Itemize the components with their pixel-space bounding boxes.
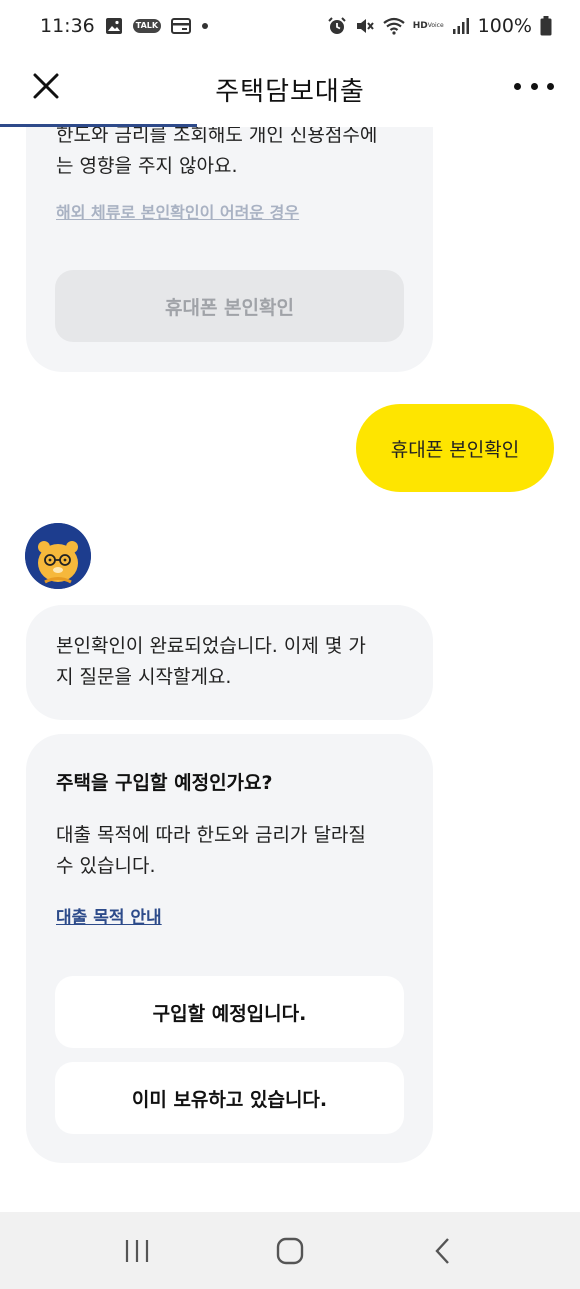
page-title: 주택담보대출: [215, 76, 365, 107]
more-dot-icon: [530, 82, 538, 90]
question-desc-line1: 대출 목적에 따라 한도와 금리가 달라질: [56, 824, 366, 846]
more-dot-icon: [547, 82, 554, 90]
more-dot-icon: [514, 82, 521, 90]
phone-auth-button[interactable]: 휴대폰 본인확인: [55, 270, 404, 342]
bot-message-line1: 본인확인이 완료되었습니다. 이제 몇 가: [56, 635, 366, 657]
question-card: 주택을 구입할 예정인가요? 대출 목적에 따라 한도와 금리가 달라질 수 있…: [26, 734, 433, 1163]
home-button[interactable]: [260, 1221, 320, 1281]
battery-text: 100%: [477, 15, 532, 37]
bot-message-bubble: 본인확인이 완료되었습니다. 이제 몇 가 지 질문을 시작할게요.: [26, 605, 433, 720]
status-time: 11:36: [40, 15, 95, 37]
loan-purpose-guide-link[interactable]: 대출 목적 안내: [56, 903, 162, 928]
mute-icon: [355, 16, 375, 36]
voice-label: Voice: [427, 22, 444, 30]
auth-text-line2: 는 영향을 주지 않아요.: [56, 155, 238, 177]
auth-card: 한도와 금리를 조회해도 개인 신용점수에 는 영향을 주지 않아요. 해외 체…: [26, 127, 433, 372]
back-button[interactable]: [413, 1221, 473, 1281]
recent-apps-icon: [125, 1239, 148, 1262]
question-desc: 대출 목적에 따라 한도와 금리가 달라질 수 있습니다.: [56, 820, 366, 882]
status-left: 11:36 TALK: [40, 15, 209, 37]
close-button[interactable]: [28, 68, 64, 104]
status-right: HD Voice 100%: [327, 15, 552, 37]
back-icon: [435, 1237, 450, 1264]
question-desc-line2: 수 있습니다.: [56, 855, 156, 877]
dot-icon: [201, 22, 209, 30]
home-icon: [276, 1237, 304, 1264]
hd-voice-icon: HD Voice: [412, 20, 444, 31]
recent-apps-button[interactable]: [107, 1221, 167, 1281]
system-nav-bar: [0, 1212, 580, 1289]
bot-avatar: [25, 523, 91, 589]
battery-icon: [540, 16, 552, 36]
question-title: 주택을 구입할 예정인가요?: [56, 772, 273, 794]
auth-card-text: 한도와 금리를 조회해도 개인 신용점수에 는 영향을 주지 않아요.: [56, 127, 377, 182]
gallery-icon: [105, 17, 123, 35]
overseas-auth-link[interactable]: 해외 체류로 본인확인이 어려운 경우: [56, 199, 299, 223]
app-header: 주택담보대출: [0, 52, 580, 126]
bot-message-text: 본인확인이 완료되었습니다. 이제 몇 가 지 질문을 시작할게요.: [56, 631, 366, 693]
option-already-own-button[interactable]: 이미 보유하고 있습니다.: [55, 1062, 404, 1134]
more-options-button[interactable]: [514, 70, 554, 102]
talk-icon: TALK: [132, 19, 162, 33]
signal-icon: [452, 17, 470, 35]
hd-label: HD: [412, 20, 428, 31]
chat-area[interactable]: 한도와 금리를 조회해도 개인 신용점수에 는 영향을 주지 않아요. 해외 체…: [0, 127, 580, 1212]
card-icon: [171, 18, 192, 34]
status-bar: 11:36 TALK HD Voice 100%: [0, 0, 580, 52]
user-reply-bubble: 휴대폰 본인확인: [356, 404, 554, 492]
option-plan-to-buy-button[interactable]: 구입할 예정입니다.: [55, 976, 404, 1048]
ryan-avatar-icon: [25, 523, 91, 589]
alarm-icon: [327, 16, 347, 36]
close-icon: [33, 73, 59, 99]
wifi-icon: [383, 17, 405, 35]
auth-text-line1: 한도와 금리를 조회해도 개인 신용점수에: [56, 127, 378, 146]
bot-message-line2: 지 질문을 시작할게요.: [56, 666, 232, 688]
